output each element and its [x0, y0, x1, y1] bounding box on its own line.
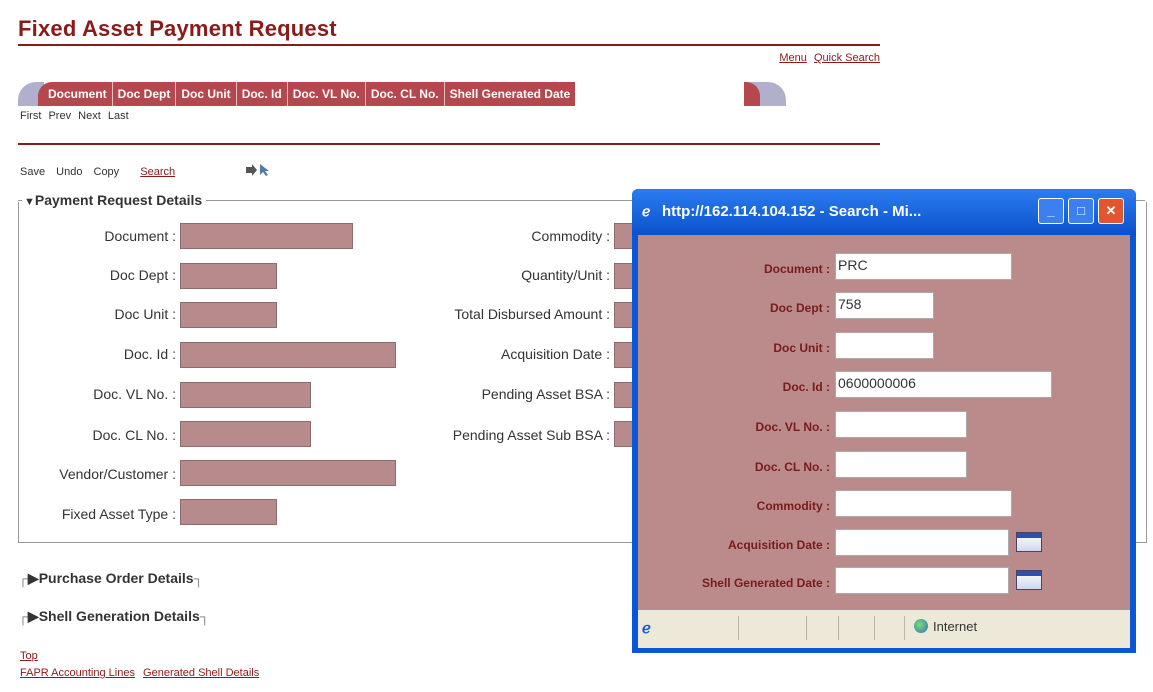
popup-doc-vl-no-input[interactable]: [835, 411, 967, 438]
fixed-asset-type-field[interactable]: [180, 499, 277, 525]
popup-shell-generated-date-label: Shell Generated Date :: [701, 576, 830, 590]
commodity-label: Commodity :: [531, 228, 610, 244]
pager: First Prev Next Last: [20, 110, 133, 122]
payment-request-details-legend[interactable]: ▼Payment Request Details: [22, 192, 207, 208]
purchase-order-details-section[interactable]: ┌▶Purchase Order Details┐: [18, 570, 203, 587]
popup-acquisition-date-input[interactable]: [835, 529, 1009, 556]
pending-asset-sub-bsa-label: Pending Asset Sub BSA :: [452, 427, 610, 443]
menu-link[interactable]: Menu: [779, 52, 807, 64]
popup-doc-dept-label: Doc Dept :: [770, 301, 830, 315]
pager-last[interactable]: Last: [108, 110, 129, 122]
pager-next[interactable]: Next: [78, 110, 101, 122]
search-popup-window: ℯ http://162.114.104.152 - Search - Mi..…: [632, 189, 1136, 653]
popup-commodity-input[interactable]: [835, 490, 1012, 517]
page-title: Fixed Asset Payment Request: [18, 16, 337, 41]
pager-first[interactable]: First: [20, 110, 41, 122]
popup-document-label: Document :: [764, 262, 830, 276]
popup-doc-dept-input[interactable]: 758: [835, 292, 934, 319]
popup-title: http://162.114.104.152 - Search - Mi...: [662, 203, 922, 220]
tab-doc-cl-no[interactable]: Doc. CL No.: [366, 82, 445, 106]
doc-vl-no-field[interactable]: [180, 382, 311, 408]
section-divider: [18, 143, 880, 145]
action-bar: Save Undo Copy Search: [20, 166, 183, 178]
popup-title-bar[interactable]: ℯ http://162.114.104.152 - Search - Mi..…: [632, 189, 1136, 235]
tab-doc-id[interactable]: Doc. Id: [237, 82, 288, 106]
doc-cl-no-label: Doc. CL No. :: [92, 427, 176, 443]
popup-doc-cl-no-input[interactable]: [835, 451, 967, 478]
tab-bar: Document Doc Dept Doc Unit Doc. Id Doc. …: [18, 82, 786, 106]
top-links: Menu Quick Search: [775, 52, 880, 64]
minimize-button[interactable]: _: [1038, 198, 1064, 224]
doc-vl-no-label: Doc. VL No. :: [93, 386, 176, 402]
document-label: Document :: [104, 228, 176, 244]
pager-prev[interactable]: Prev: [48, 110, 71, 122]
top-link[interactable]: Top: [20, 650, 38, 662]
popup-commodity-label: Commodity :: [756, 499, 830, 513]
acquisition-date-calendar-icon[interactable]: [1016, 532, 1042, 552]
popup-status-bar: ℯ Internet: [638, 609, 1130, 648]
doc-unit-label: Doc Unit :: [114, 306, 176, 322]
doc-cl-no-field[interactable]: [180, 421, 311, 447]
doc-dept-label: Doc Dept :: [109, 267, 176, 283]
popup-doc-unit-label: Doc Unit :: [773, 341, 830, 355]
close-button[interactable]: ✕: [1098, 198, 1124, 224]
tab-document[interactable]: Document: [38, 82, 113, 106]
acquisition-date-label: Acquisition Date :: [501, 346, 610, 362]
search-form: Document : PRC Doc Dept : 758 Doc Unit :…: [638, 235, 1130, 609]
top-link-row: Top: [20, 650, 43, 662]
expand-triangle-icon: ▶: [27, 570, 39, 586]
doc-dept-field[interactable]: [180, 263, 277, 289]
doc-unit-field[interactable]: [180, 302, 277, 328]
tab-shell-generated-date[interactable]: Shell Generated Date: [445, 82, 576, 106]
shell-generated-date-calendar-icon[interactable]: [1016, 570, 1042, 590]
security-zone: Internet: [914, 619, 977, 634]
undo-button[interactable]: Undo: [56, 166, 82, 178]
quick-search-link[interactable]: Quick Search: [814, 52, 880, 64]
popup-doc-unit-input[interactable]: [835, 332, 934, 359]
doc-id-label: Doc. Id :: [123, 346, 176, 362]
tab-doc-dept[interactable]: Doc Dept: [113, 82, 177, 106]
page-icon: ℯ: [642, 620, 651, 637]
tab-doc-unit[interactable]: Doc Unit: [176, 82, 237, 106]
vendor-customer-label: Vendor/Customer :: [59, 466, 176, 482]
total-disbursed-amount-label: Total Disbursed Amount :: [454, 306, 610, 322]
vendor-customer-field[interactable]: [180, 460, 396, 486]
generated-shell-details-link[interactable]: Generated Shell Details: [143, 667, 259, 679]
popup-doc-id-input[interactable]: 0600000006: [835, 371, 1052, 398]
quantity-unit-label: Quantity/Unit :: [521, 267, 610, 283]
fixed-asset-type-label: Fixed Asset Type :: [61, 506, 176, 522]
doc-id-field[interactable]: [180, 342, 396, 368]
title-divider: [18, 44, 880, 46]
popup-acquisition-date-label: Acquisition Date :: [727, 538, 830, 552]
popup-doc-id-label: Doc. Id :: [782, 380, 830, 394]
pointer-arrows-icon[interactable]: [244, 163, 270, 177]
ie-icon: ℯ: [642, 203, 651, 219]
copy-button[interactable]: Copy: [94, 166, 120, 178]
document-field[interactable]: [180, 223, 353, 249]
popup-document-input[interactable]: PRC: [835, 253, 1012, 280]
shell-generation-details-section[interactable]: ┌▶Shell Generation Details┐: [18, 608, 210, 625]
popup-shell-generated-date-input[interactable]: [835, 567, 1009, 594]
popup-doc-vl-no-label: Doc. VL No. :: [755, 420, 830, 434]
popup-doc-cl-no-label: Doc. CL No. :: [754, 460, 830, 474]
bottom-links: FAPR Accounting Lines Generated Shell De…: [20, 667, 264, 679]
collapse-triangle-icon: ▼: [24, 196, 35, 208]
maximize-button[interactable]: □: [1068, 198, 1094, 224]
tab-doc-vl-no[interactable]: Doc. VL No.: [288, 82, 366, 106]
expand-triangle-icon: ▶: [27, 608, 39, 624]
globe-icon: [914, 619, 928, 633]
fapr-accounting-lines-link[interactable]: FAPR Accounting Lines: [20, 667, 135, 679]
save-button[interactable]: Save: [20, 166, 45, 178]
search-link[interactable]: Search: [140, 166, 175, 178]
pending-asset-bsa-label: Pending Asset BSA :: [481, 386, 610, 402]
